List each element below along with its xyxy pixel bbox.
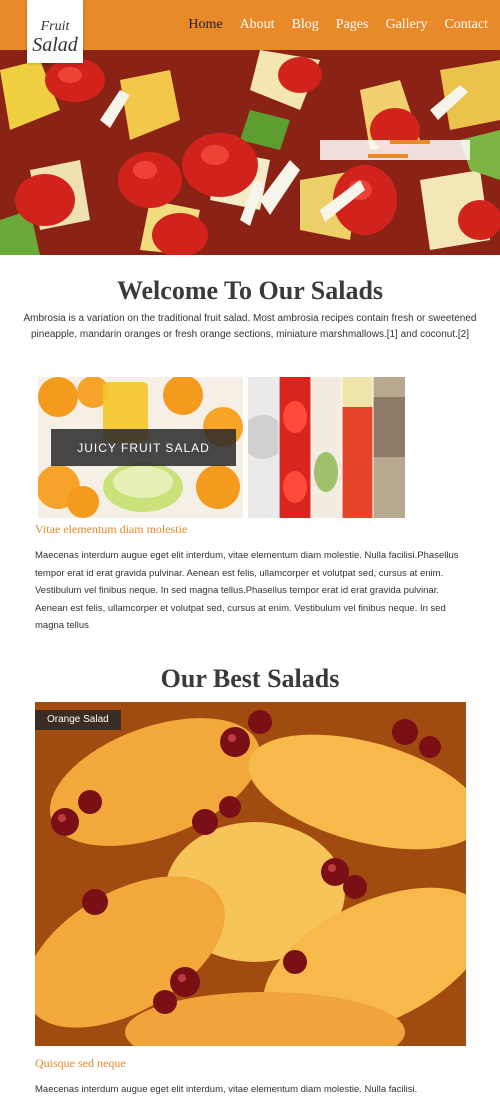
best-paragraph: Maecenas interdum augue eget elit interd… xyxy=(35,1084,418,1095)
feature-link[interactable]: Vitae elementum diam molestie xyxy=(35,522,187,537)
feature-paragraph: Maecenas interdum augue eget elit interd… xyxy=(35,550,459,631)
nav-about[interactable]: About xyxy=(240,0,275,50)
main-nav: Home About Blog Pages Gallery Contact xyxy=(188,0,500,50)
orange-salad-image[interactable] xyxy=(35,702,466,1046)
best-link[interactable]: Quisque sed neque xyxy=(35,1056,126,1071)
fruit-stripes-image[interactable] xyxy=(248,377,405,518)
nav-contact[interactable]: Contact xyxy=(444,0,488,50)
site-logo[interactable]: Fruit Salad xyxy=(27,0,83,63)
juicy-fruit-salad-image[interactable]: JUICY FRUIT SALAD xyxy=(38,377,243,518)
logo-line-2: Salad xyxy=(32,34,78,56)
juicy-image-label: JUICY FRUIT SALAD xyxy=(51,429,236,466)
site-header: Fruit Salad Home About Blog Pages Galler… xyxy=(0,0,500,63)
nav-home[interactable]: Home xyxy=(188,0,222,50)
welcome-title: Welcome To Our Salads xyxy=(116,276,384,305)
best-salads-title: Our Best Salads xyxy=(160,664,340,693)
nav-gallery[interactable]: Gallery xyxy=(385,0,427,50)
orange-salad-tag: Orange Salad xyxy=(35,710,121,730)
nav-blog[interactable]: Blog xyxy=(292,0,319,50)
hero-banner-image xyxy=(0,50,500,255)
welcome-text: Ambrosia is a variation on the tradition… xyxy=(23,313,477,340)
nav-pages[interactable]: Pages xyxy=(336,0,369,50)
slider-indicator[interactable] xyxy=(320,140,470,160)
logo-line-1: Fruit xyxy=(40,19,70,34)
